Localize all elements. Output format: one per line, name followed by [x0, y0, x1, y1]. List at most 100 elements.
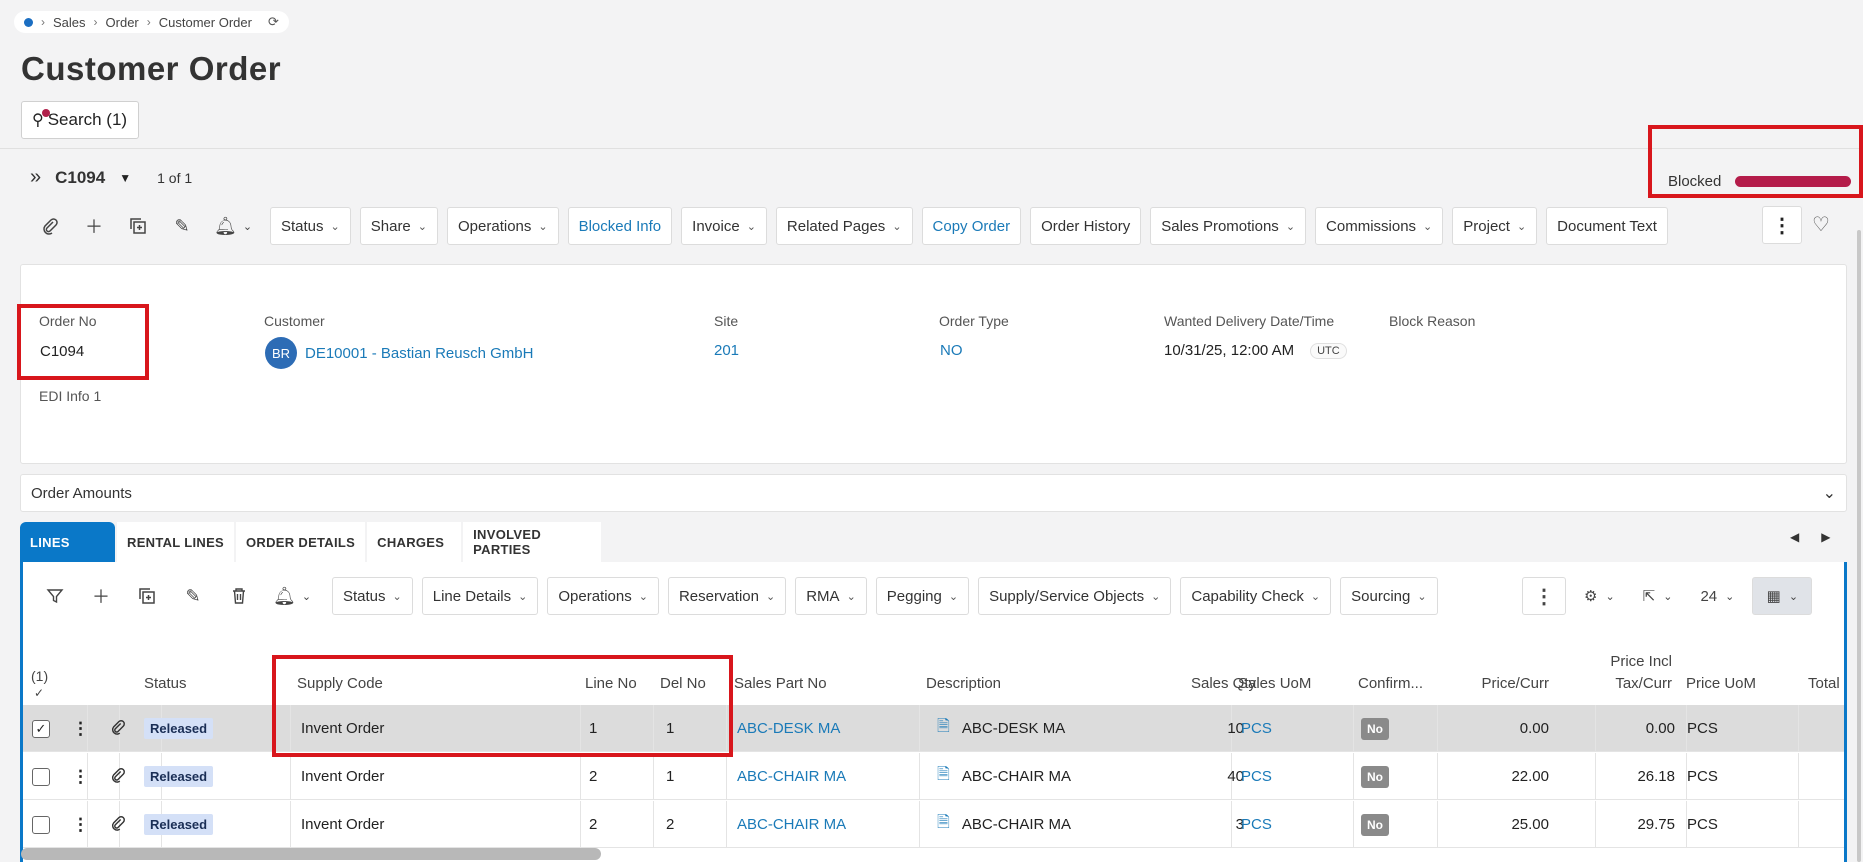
- sales-part-link[interactable]: ABC-CHAIR MA: [737, 816, 846, 833]
- lines-status-button[interactable]: Status ⌄: [332, 577, 413, 615]
- customer-link[interactable]: DE10001 - Bastian Reusch GmbH: [305, 345, 533, 362]
- search-button[interactable]: ⚲ Search (1): [21, 101, 139, 139]
- row-actions-icon: ⋮: [72, 705, 89, 752]
- breadcrumb-order[interactable]: Order: [106, 15, 139, 30]
- export-icon[interactable]: ⇱ ⌄: [1632, 577, 1683, 615]
- share-button[interactable]: Share ⌄: [359, 207, 438, 245]
- col-header-price-uom[interactable]: Price UoM: [1686, 675, 1756, 692]
- record-id[interactable]: C1094: [55, 168, 105, 188]
- delete-icon[interactable]: [216, 577, 262, 615]
- chevron-down-icon[interactable]: ⌄: [1823, 483, 1836, 503]
- add-icon[interactable]: ＋: [72, 207, 116, 245]
- document-text-button[interactable]: Document Text: [1546, 207, 1668, 245]
- filter-icon[interactable]: [32, 577, 78, 615]
- sales-part-link[interactable]: ABC-CHAIR MA: [737, 768, 846, 785]
- col-header-price-curr[interactable]: Price/Curr: [1400, 675, 1549, 692]
- select-all-check-icon[interactable]: ✓: [34, 686, 44, 700]
- col-header-description[interactable]: Description: [926, 675, 1001, 692]
- attachment-icon[interactable]: [28, 207, 72, 245]
- row-more-icon[interactable]: ⋮: [72, 719, 89, 739]
- project-button[interactable]: Project ⌄: [1452, 207, 1538, 245]
- vertical-scrollbar[interactable]: [1857, 230, 1861, 862]
- checkbox[interactable]: ✓: [32, 719, 50, 738]
- commissions-button[interactable]: Commissions ⌄: [1315, 207, 1444, 245]
- breadcrumb-sales[interactable]: Sales: [53, 15, 86, 30]
- price-incl-cell: 0.00: [1645, 720, 1675, 737]
- document-icon[interactable]: 🗎: [937, 763, 950, 790]
- tab-lines[interactable]: LINES: [20, 522, 115, 562]
- blocked-info-button[interactable]: Blocked Info: [567, 207, 673, 245]
- sales-uom-link[interactable]: PCS: [1241, 816, 1272, 833]
- tab-rental-lines[interactable]: RENTAL LINES: [117, 522, 235, 562]
- tab-scroll-left-icon[interactable]: ◀: [1790, 530, 1799, 544]
- edit-icon[interactable]: ✎: [170, 577, 216, 615]
- row-attachment-icon: [110, 705, 126, 752]
- document-icon[interactable]: 🗎: [937, 811, 950, 838]
- table-row[interactable]: ⋮ Released Invent Order 2 2 ABC-CHAIR MA 🗎 ABC-…: [23, 801, 1844, 848]
- col-header-total[interactable]: Total: [1808, 675, 1840, 692]
- lines-more-options-icon[interactable]: ⋮: [1522, 577, 1566, 615]
- caret-down-icon[interactable]: ▼: [119, 171, 131, 185]
- tab-charges[interactable]: CHARGES: [367, 522, 462, 562]
- col-header-sales-uom[interactable]: Sales UoM: [1238, 675, 1311, 692]
- status-button[interactable]: Status ⌄: [270, 207, 351, 245]
- bell-icon[interactable]: 🔔︎ ⌄: [262, 577, 322, 615]
- operations-button[interactable]: Operations ⌄: [447, 207, 559, 245]
- add-icon[interactable]: ＋: [78, 577, 124, 615]
- supply-service-objects-button[interactable]: Supply/Service Objects ⌄: [978, 577, 1172, 615]
- chevron-down-icon: ⌄: [1285, 220, 1296, 233]
- settings-gear-icon[interactable]: ⚙ ⌄: [1574, 577, 1625, 615]
- home-icon[interactable]: [24, 17, 33, 27]
- sales-uom-link[interactable]: PCS: [1241, 768, 1272, 785]
- order-history-button[interactable]: Order History: [1030, 207, 1142, 245]
- lines-operations-button[interactable]: Operations ⌄: [547, 577, 659, 615]
- order-amounts-title: Order Amounts: [31, 484, 132, 502]
- horizontal-scrollbar[interactable]: [21, 848, 601, 860]
- line-details-button[interactable]: Line Details ⌄: [421, 577, 539, 615]
- row-more-icon[interactable]: ⋮: [72, 815, 89, 835]
- row-more-icon[interactable]: ⋮: [72, 767, 89, 787]
- bell-icon[interactable]: 🔔︎ ⌄: [204, 207, 262, 245]
- status-cell: Released: [144, 705, 214, 752]
- attachment-icon[interactable]: [110, 815, 126, 835]
- more-options-icon[interactable]: ⋮: [1762, 206, 1802, 244]
- col-header-status[interactable]: Status: [144, 675, 187, 692]
- col-header-price-incl-line1[interactable]: Price Incl: [1560, 653, 1672, 670]
- status-badge: Released: [144, 814, 214, 835]
- copy-order-button[interactable]: Copy Order: [921, 207, 1022, 245]
- chevron-down-icon: ⌄: [892, 220, 902, 233]
- document-icon[interactable]: 🗎: [937, 715, 950, 742]
- invoice-button[interactable]: Invoice ⌄: [681, 207, 767, 245]
- col-header-sales-part-no[interactable]: Sales Part No: [734, 675, 827, 692]
- rma-button[interactable]: RMA ⌄: [795, 577, 867, 615]
- sales-promotions-button[interactable]: Sales Promotions ⌄: [1150, 207, 1307, 245]
- related-pages-button[interactable]: Related Pages ⌄: [775, 207, 913, 245]
- order-type-link[interactable]: NO: [940, 342, 963, 359]
- attachment-icon[interactable]: [110, 767, 126, 787]
- expand-panel-icon[interactable]: »: [30, 166, 41, 189]
- duplicate-icon[interactable]: [124, 577, 170, 615]
- table-view-icon[interactable]: ▦ ⌄: [1752, 577, 1813, 615]
- duplicate-icon[interactable]: [116, 207, 160, 245]
- edit-icon[interactable]: ✎: [160, 207, 204, 245]
- capability-check-button[interactable]: Capability Check ⌄: [1180, 577, 1332, 615]
- pegging-button[interactable]: Pegging ⌄: [875, 577, 970, 615]
- checkbox[interactable]: [32, 767, 50, 786]
- tab-order-details[interactable]: ORDER DETAILS: [236, 522, 366, 562]
- sales-part-link[interactable]: ABC-DESK MA: [737, 720, 840, 737]
- col-header-price-incl-line2[interactable]: Tax/Curr: [1560, 675, 1672, 692]
- confirm-cell: No: [1361, 705, 1389, 752]
- tab-involved-parties[interactable]: INVOLVED PARTIES: [463, 522, 602, 562]
- attachment-icon[interactable]: [110, 719, 126, 739]
- refresh-icon[interactable]: ⟳: [268, 14, 279, 30]
- table-row[interactable]: ⋮ Released Invent Order 2 1 ABC-CHAIR MA 🗎 ABC-…: [23, 753, 1844, 800]
- checkbox[interactable]: [32, 815, 50, 834]
- order-amounts-section[interactable]: Order Amounts ⌄: [20, 474, 1847, 512]
- reservation-button[interactable]: Reservation ⌄: [667, 577, 787, 615]
- sourcing-button[interactable]: Sourcing ⌄: [1340, 577, 1438, 615]
- tab-scroll-right-icon[interactable]: ▶: [1821, 530, 1830, 544]
- page-size-select[interactable]: 24 ⌄: [1690, 577, 1745, 615]
- favorite-heart-icon[interactable]: ♡: [1812, 212, 1830, 237]
- site-link[interactable]: 201: [714, 342, 739, 359]
- sales-uom-link[interactable]: PCS: [1241, 720, 1272, 737]
